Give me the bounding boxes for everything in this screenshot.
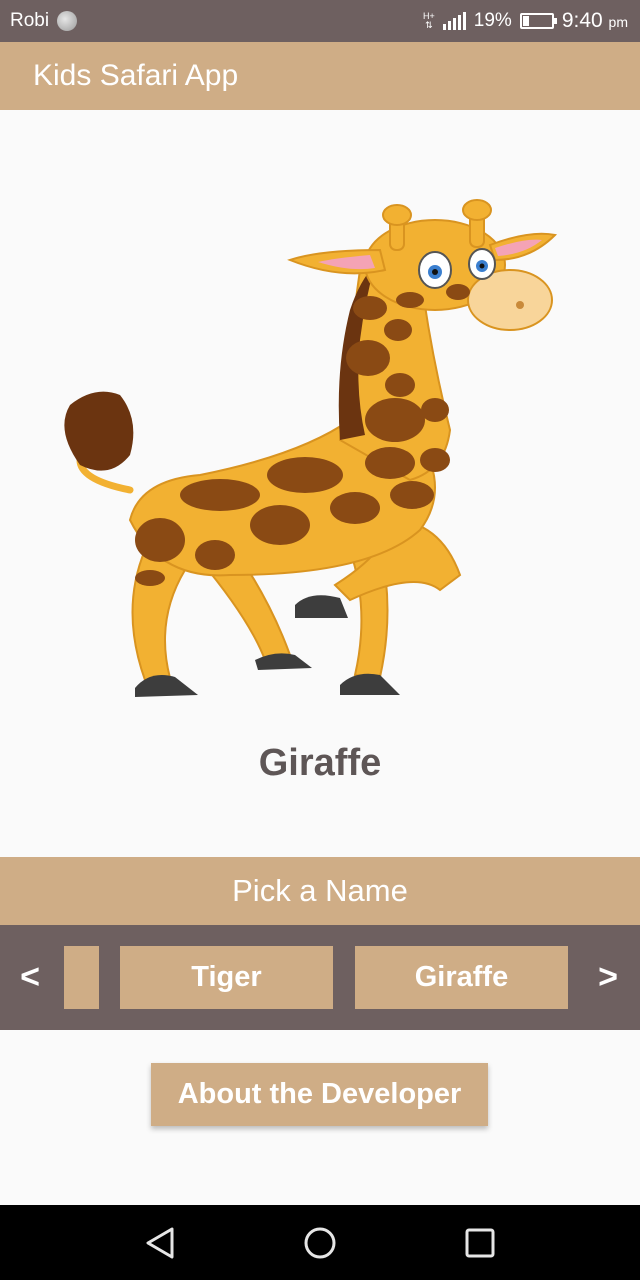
battery-icon: ⇠ [519,13,557,29]
name-choices-carousel: < Tiger Giraffe > [0,925,640,1030]
choice-button-giraffe[interactable]: Giraffe [355,946,568,1009]
choice-button-partial[interactable] [64,946,99,1009]
status-bar: Robi H+ ⇅ 19% ⇠ 9:40 pm [0,0,640,42]
pick-a-name-label: Pick a Name [232,873,408,908]
choice-button-tiger[interactable]: Tiger [120,946,333,1009]
pick-a-name-bar: Pick a Name [0,857,640,925]
battery-level [522,16,529,26]
notification-dot-icon [57,11,78,31]
signal-icon [442,12,466,30]
previous-arrow-button[interactable]: < [10,925,50,1030]
status-right: H+ ⇅ 19% ⇠ 9:40 pm [423,9,628,33]
clock: 9:40 pm [561,9,628,32]
animal-name: Giraffe [258,742,382,784]
next-arrow-button[interactable]: > [588,925,628,1030]
battery-percent: 19% [473,10,512,31]
system-nav-bar [0,1205,640,1280]
home-circle-icon[interactable] [300,1225,340,1261]
carrier-name: Robi [10,10,50,31]
app-title: Kids Safari App [33,59,239,92]
about-developer-button[interactable]: About the Developer [151,1063,488,1126]
app-bar: Kids Safari App [0,42,640,110]
recent-apps-square-icon[interactable] [460,1225,500,1261]
network-type-icon: H+ ⇅ [423,11,435,30]
giraffe-illustration [64,199,558,697]
status-left: Robi [10,10,78,32]
back-triangle-icon[interactable] [140,1225,180,1261]
